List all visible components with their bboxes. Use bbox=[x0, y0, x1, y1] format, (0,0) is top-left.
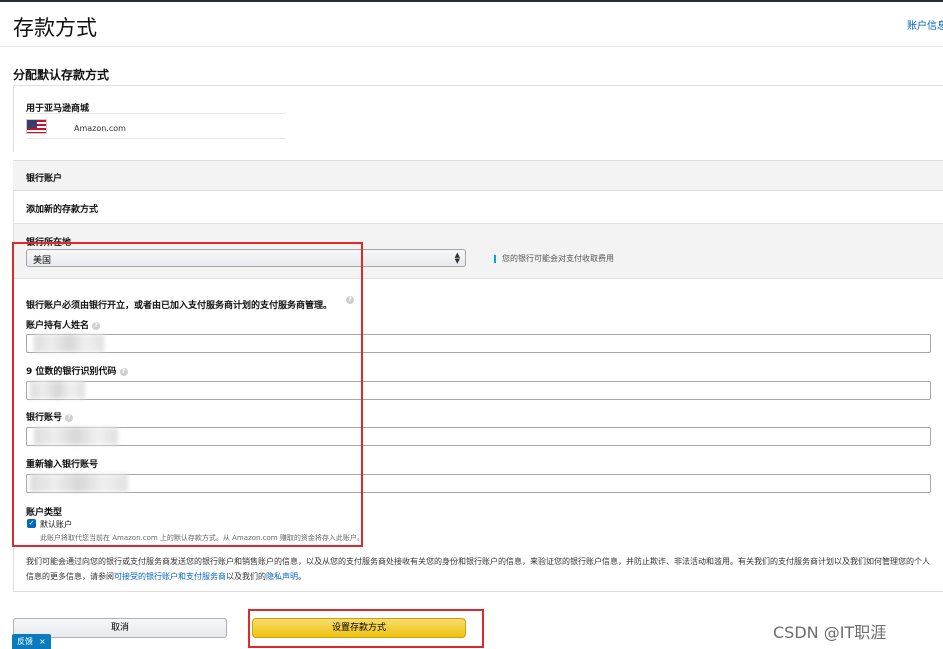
bank-account-header-label: 银行账户 bbox=[26, 174, 63, 184]
marketplace-divider bbox=[26, 113, 286, 114]
account-info-link[interactable]: 账户信息 bbox=[907, 17, 943, 32]
page-title: 存款方式 bbox=[13, 16, 97, 40]
default-account-note: 此账户将取代您当前在 Amazon.com 上的默认存款方式。从 Amazon.… bbox=[40, 534, 364, 542]
redacted-value bbox=[30, 381, 85, 399]
acceptable-accounts-link[interactable]: 可接受的银行账户和支付服务商 bbox=[114, 572, 226, 581]
top-nav-strip bbox=[0, 0, 943, 2]
account-type-label: 账户类型 bbox=[26, 508, 63, 518]
routing-number-label: 9 位数的银行识别代码 ? bbox=[26, 364, 128, 377]
help-circle-icon[interactable]: ? bbox=[346, 296, 354, 304]
reenter-account-input[interactable] bbox=[26, 474, 931, 493]
redacted-value bbox=[34, 427, 118, 445]
set-deposit-method-button[interactable]: 设置存款方式 bbox=[252, 618, 466, 638]
redacted-value bbox=[30, 474, 128, 492]
holder-name-label: 账户持有人姓名 ? bbox=[26, 318, 101, 331]
updown-chevron-icon: ▲ ▼ bbox=[454, 251, 460, 265]
us-flag-icon bbox=[26, 119, 47, 134]
redacted-value bbox=[34, 334, 104, 352]
help-circle-icon[interactable]: ? bbox=[92, 321, 101, 330]
account-number-label: 银行账号 ? bbox=[26, 410, 74, 423]
bank-account-header bbox=[13, 161, 943, 191]
bank-location-label: 银行所在地 bbox=[26, 238, 72, 248]
default-method-heading: 分配默认存款方式 bbox=[13, 68, 110, 82]
checkmark-icon: ✓ bbox=[28, 519, 35, 527]
fee-note: 您的银行可能会对支付收取费用 bbox=[502, 254, 614, 263]
verification-disclaimer: 我们可能会通过向您的银行或支付服务商发送您的银行账户和销售账户的信息，以及从您的… bbox=[26, 557, 930, 581]
info-bar-icon bbox=[494, 255, 496, 263]
close-icon[interactable]: × bbox=[39, 637, 46, 646]
holder-name-input[interactable] bbox=[26, 334, 931, 353]
feedback-tab[interactable]: 反馈 × bbox=[12, 634, 51, 649]
marketplace-name: Amazon.com bbox=[74, 124, 126, 133]
add-new-method-label: 添加新的存款方式 bbox=[26, 205, 99, 215]
help-circle-icon[interactable]: ? bbox=[119, 367, 128, 376]
privacy-notice-link[interactable]: 隐私声明 bbox=[266, 572, 298, 581]
bank-country-select[interactable]: 美国 ▲ ▼ bbox=[26, 249, 466, 267]
requirement-text: 银行账户必须由银行开立，或者由已加入支付服务商计划的支付服务商管理。 bbox=[26, 301, 333, 311]
default-account-label: 默认账户 bbox=[40, 520, 72, 529]
watermark: CSDN @IT职涯 bbox=[773, 623, 887, 642]
help-circle-icon[interactable]: ? bbox=[65, 413, 74, 422]
account-number-input[interactable] bbox=[26, 427, 931, 446]
bank-country-value: 美国 bbox=[33, 256, 52, 266]
marketplace-divider-bottom bbox=[26, 138, 286, 139]
reenter-account-label: 重新输入银行账号 bbox=[26, 460, 99, 470]
marketplace-box bbox=[13, 85, 943, 152]
title-divider bbox=[0, 46, 943, 47]
routing-number-input[interactable] bbox=[26, 381, 931, 400]
default-account-checkbox[interactable]: ✓ bbox=[27, 519, 36, 528]
